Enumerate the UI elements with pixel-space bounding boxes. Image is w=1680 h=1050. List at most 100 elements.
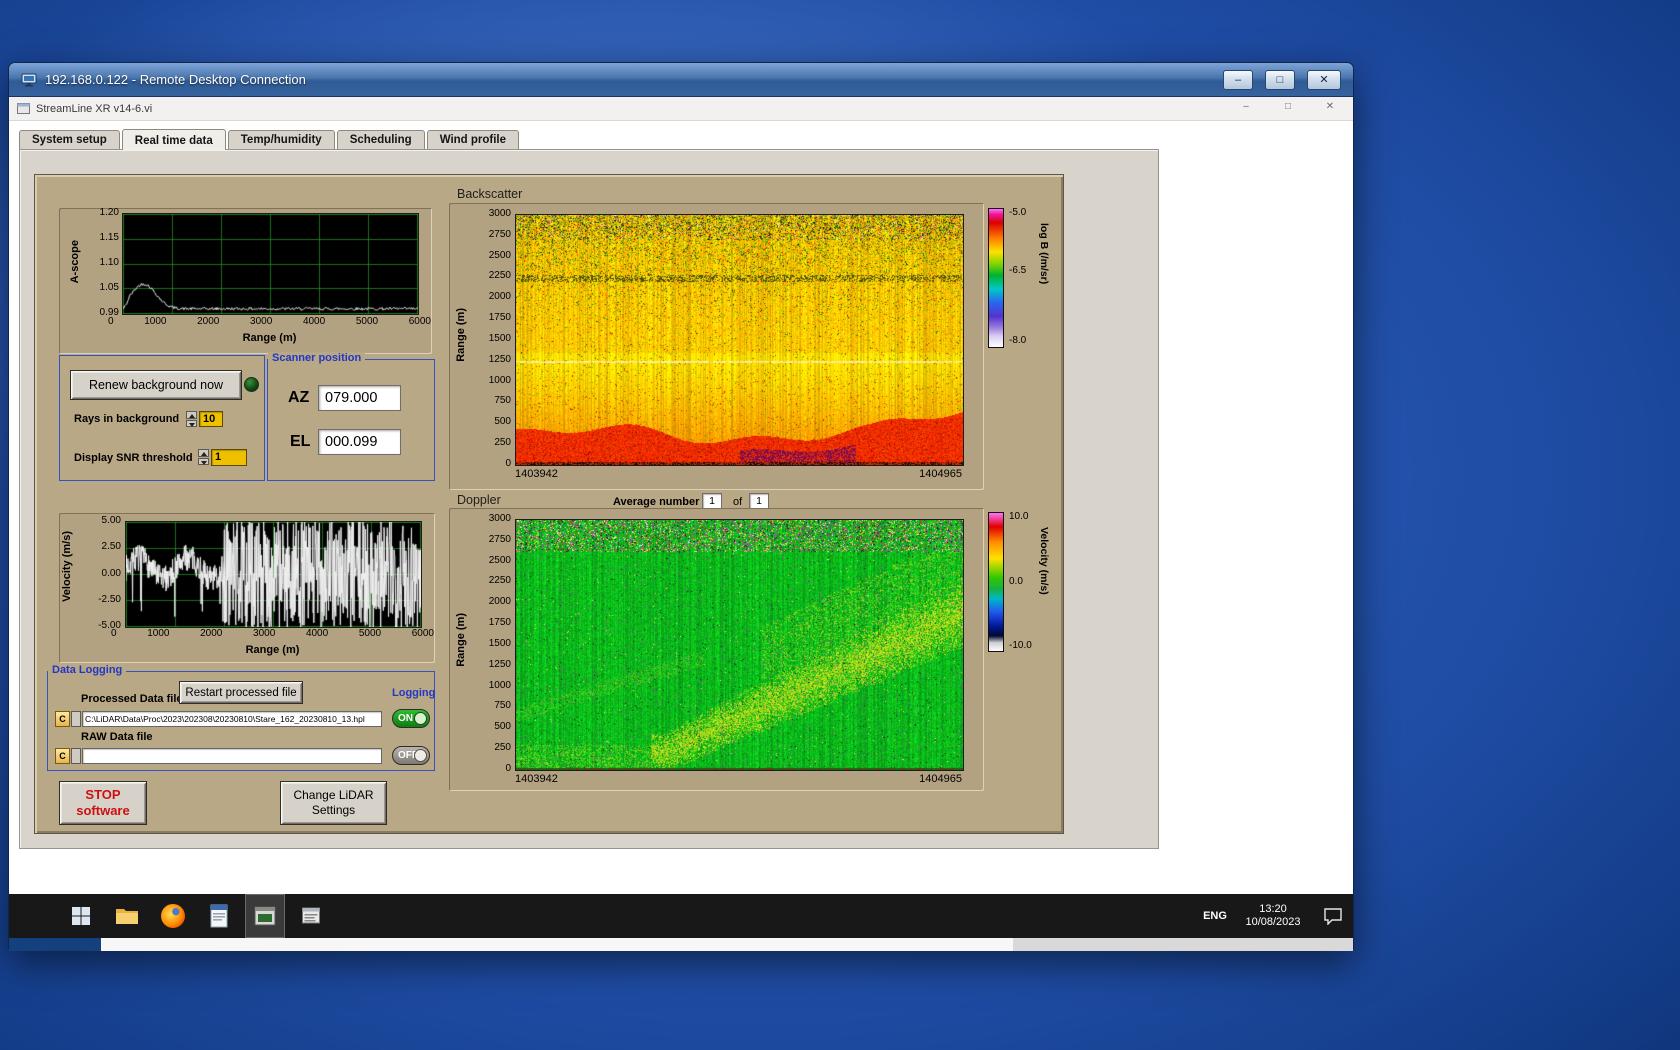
- x-tick-label: 4000: [302, 316, 326, 327]
- y-tick-label: 1500: [488, 637, 511, 649]
- y-tick-label: -2.50: [98, 593, 121, 605]
- change-line2: Settings: [311, 803, 356, 817]
- az-value-field[interactable]: 079.000: [318, 385, 401, 411]
- y-tick-label: 1.10: [99, 257, 119, 268]
- maximize-button[interactable]: □: [1265, 70, 1295, 90]
- notification-button[interactable]: [1313, 907, 1353, 925]
- y-tick-label: 250: [494, 742, 511, 754]
- y-tick-label: 2750: [488, 533, 511, 545]
- rays-in-background-value[interactable]: 10: [199, 411, 223, 427]
- stop-line2: software: [76, 803, 130, 818]
- x-tick-label: 5000: [358, 628, 382, 639]
- snr-decrement-button[interactable]: [198, 457, 209, 465]
- app-maximize-button[interactable]: □: [1281, 101, 1295, 112]
- raw-drive-button[interactable]: C: [55, 748, 70, 764]
- vi-app-icon: [17, 103, 30, 114]
- raw-data-file-label: RAW Data file: [81, 731, 153, 743]
- close-button[interactable]: ✕: [1307, 70, 1341, 90]
- tab-wind-profile[interactable]: Wind profile: [426, 130, 520, 149]
- rdp-titlebar[interactable]: 192.168.0.122 - Remote Desktop Connectio…: [9, 63, 1353, 97]
- backscatter-title: Backscatter: [457, 187, 523, 201]
- chat-bubble-icon: [1324, 908, 1342, 925]
- logging-label: Logging: [392, 687, 436, 699]
- scan-scheduler-icon: [302, 907, 320, 924]
- processed-data-file-label: Processed Data file: [81, 693, 183, 705]
- x-tick-label: 1000: [144, 316, 167, 327]
- document-app-button[interactable]: [199, 894, 239, 938]
- file-explorer-button[interactable]: [107, 894, 147, 938]
- x-tick-label: 3000: [250, 316, 273, 327]
- processed-logging-toggle[interactable]: ON: [392, 709, 430, 728]
- ascope-chart: A-scope 1.20 1.15 1.10 1.05 0.99 0 1000 2000 30…: [59, 207, 432, 354]
- doppler-heatmap: [515, 519, 964, 771]
- rdp-window-title: 192.168.0.122 - Remote Desktop Connectio…: [45, 72, 306, 87]
- y-tick-label: 0.00: [101, 567, 121, 579]
- doppler-y-ticks: 3000 2750 2500 2250 2000 1750 1500 1250 1000 750 5…: [473, 513, 511, 775]
- ascope-x-ticks: 0 1000 2000 3000 4000 5000 6000: [108, 316, 431, 327]
- start-button[interactable]: [61, 894, 101, 938]
- y-tick-label: 2.50: [101, 541, 121, 553]
- y-tick-label: 0: [505, 762, 511, 774]
- restart-processed-file-button[interactable]: Restart processed file: [179, 681, 303, 704]
- start-icon: [72, 907, 90, 925]
- y-tick-label: 1000: [488, 679, 511, 691]
- processed-path-browse-icon[interactable]: [71, 711, 81, 727]
- ascope-y-ticks: 1.20 1.15 1.10 1.05 0.99: [85, 207, 119, 319]
- velocity-y-axis-label: Velocity (m/s): [61, 531, 73, 602]
- rdp-window-controls: – □ ✕: [1223, 70, 1341, 90]
- velocity-x-ticks: 0 1000 2000 3000 4000 5000 6000: [111, 628, 434, 639]
- snr-spinner: [198, 449, 209, 465]
- tab-scheduling[interactable]: Scheduling: [336, 130, 425, 149]
- remote-desktop-icon: [21, 73, 37, 87]
- tab-page-real-time-data: A-scope 1.20 1.15 1.10 1.05 0.99 0 1000 2000 30…: [19, 149, 1159, 849]
- el-value-field[interactable]: 000.099: [318, 429, 401, 455]
- app-titlebar[interactable]: StreamLine XR v14-6.vi – □ ✕: [9, 97, 1353, 121]
- change-lidar-settings-button[interactable]: Change LiDAR Settings: [280, 781, 387, 825]
- tab-temp-humidity[interactable]: Temp/humidity: [227, 130, 335, 149]
- processed-drive-button[interactable]: C: [55, 711, 70, 727]
- backscatter-chart: Range (m) 3000 2750 2500 2250 2000 1750 1500 12…: [449, 203, 984, 490]
- raw-path-field[interactable]: [82, 748, 382, 764]
- average-number-total[interactable]: 1: [749, 493, 769, 509]
- snr-increment-button[interactable]: [198, 449, 209, 457]
- stop-software-button[interactable]: STOP software: [59, 781, 147, 825]
- y-tick-label: 3000: [488, 208, 511, 219]
- backscatter-y-ticks: 3000 2750 2500 2250 2000 1750 1500 1250 1000 750 5…: [473, 208, 511, 470]
- ascope-x-axis-label: Range (m): [242, 332, 297, 344]
- raw-path-browse-icon[interactable]: [71, 748, 81, 764]
- processed-path-field[interactable]: C:\LiDAR\Data\Proc\2023\202308\20230810\…: [82, 711, 382, 727]
- taskbar-icons: [61, 894, 331, 938]
- processed-toggle-label: ON: [398, 713, 413, 724]
- snr-threshold-value[interactable]: 1: [211, 449, 247, 466]
- y-tick-label: 1250: [488, 353, 511, 365]
- rdp-window: 192.168.0.122 - Remote Desktop Connectio…: [8, 62, 1354, 951]
- backscatter-x-end: 1404965: [919, 468, 962, 480]
- clock-time: 13:20: [1259, 903, 1287, 915]
- backscatter-colorbar-tick: -8.0: [1009, 335, 1027, 346]
- velocity-x-axis-label: Range (m): [245, 644, 300, 656]
- tab-real-time-data[interactable]: Real time data: [121, 129, 226, 150]
- streamline-app-button[interactable]: [245, 894, 285, 938]
- y-tick-label: 1.20: [99, 207, 119, 218]
- doppler-x-end: 1404965: [919, 773, 962, 785]
- x-tick-label: 0: [111, 628, 117, 639]
- doppler-title: Doppler: [457, 493, 501, 507]
- tab-system-setup[interactable]: System setup: [19, 130, 120, 149]
- app-minimize-button[interactable]: –: [1239, 101, 1253, 112]
- document-app-icon: [210, 904, 228, 928]
- firefox-button[interactable]: [153, 894, 193, 938]
- app-close-button[interactable]: ✕: [1323, 101, 1337, 112]
- scan-scheduler-button[interactable]: [291, 894, 331, 938]
- renew-background-button[interactable]: Renew background now: [70, 370, 242, 400]
- average-number-value[interactable]: 1: [702, 493, 722, 509]
- snr-threshold-label: Display SNR threshold: [74, 452, 193, 464]
- minimize-button[interactable]: –: [1223, 70, 1253, 90]
- y-tick-label: 1750: [488, 617, 511, 629]
- x-tick-label: 2000: [200, 628, 223, 639]
- rays-decrement-button[interactable]: [186, 419, 197, 427]
- y-tick-label: 750: [494, 395, 511, 407]
- language-indicator[interactable]: ENG: [1197, 910, 1233, 922]
- taskbar-clock[interactable]: 13:20 10/08/2023: [1233, 903, 1313, 929]
- rays-increment-button[interactable]: [186, 411, 197, 419]
- raw-logging-toggle[interactable]: OFF: [392, 746, 430, 765]
